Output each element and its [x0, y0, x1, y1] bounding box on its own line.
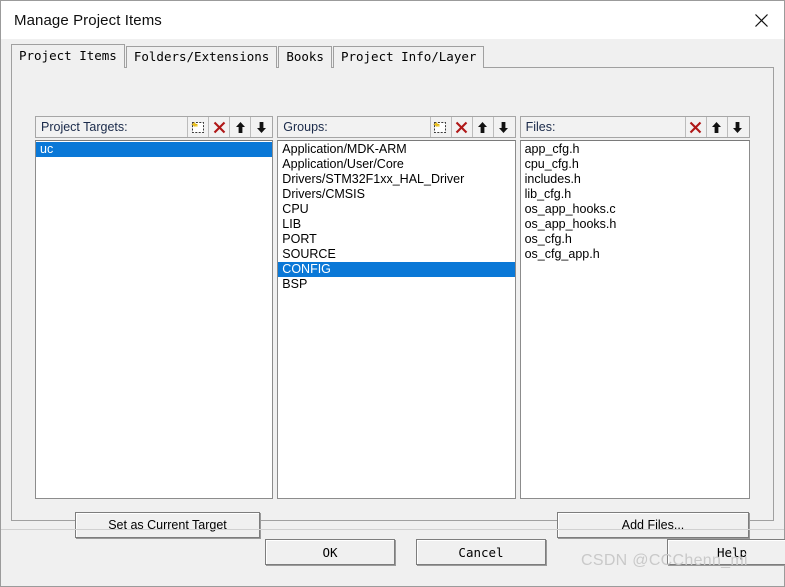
new-item-icon[interactable]: [187, 117, 209, 137]
help-button[interactable]: Help: [667, 539, 785, 565]
move-down-icon[interactable]: [492, 117, 514, 137]
window-title: Manage Project Items: [14, 11, 162, 29]
list-item[interactable]: CPU: [278, 202, 514, 217]
tab-page-project-items: Project Targets: uc Groups: Application/…: [11, 67, 774, 538]
project-targets-list[interactable]: uc: [35, 140, 274, 499]
list-item[interactable]: SOURCE: [278, 247, 514, 262]
move-up-icon[interactable]: [229, 117, 251, 137]
list-item[interactable]: lib_cfg.h: [521, 187, 749, 202]
move-down-icon[interactable]: [726, 117, 748, 137]
list-item[interactable]: Drivers/STM32F1xx_HAL_Driver: [278, 172, 514, 187]
tab-books[interactable]: Books: [278, 46, 332, 68]
panel-groups: Groups: Application/MDK-ARM Application/…: [277, 116, 516, 499]
list-item[interactable]: os_app_hooks.h: [521, 217, 749, 232]
files-list[interactable]: app_cfg.h cpu_cfg.h includes.h lib_cfg.h…: [519, 140, 750, 499]
tab-project-items[interactable]: Project Items: [11, 44, 125, 68]
panel-files: Files: app_cfg.h cpu_cfg.h includes.h li…: [519, 116, 750, 499]
list-item[interactable]: LIB: [278, 217, 514, 232]
new-item-icon[interactable]: [429, 117, 451, 137]
list-item[interactable]: uc: [36, 142, 273, 157]
close-icon[interactable]: [738, 1, 784, 39]
list-item[interactable]: cpu_cfg.h: [521, 157, 749, 172]
list-item[interactable]: PORT: [278, 232, 514, 247]
list-item[interactable]: Application/MDK-ARM: [278, 142, 514, 157]
groups-label: Groups:: [283, 120, 328, 134]
groups-toolbar: [429, 117, 514, 137]
panel-project-targets: Project Targets: uc: [35, 116, 274, 499]
groups-list[interactable]: Application/MDK-ARM Application/User/Cor…: [277, 140, 516, 499]
delete-icon[interactable]: [684, 117, 706, 137]
manage-project-items-dialog: Manage Project Items Project Items Folde…: [0, 0, 785, 587]
panels-row: Project Targets: uc Groups: Application/…: [35, 116, 750, 499]
files-label: Files:: [525, 120, 556, 134]
cancel-button[interactable]: Cancel: [416, 539, 546, 565]
title-bar: Manage Project Items: [1, 1, 784, 39]
list-item[interactable]: Application/User/Core: [278, 157, 514, 172]
project-targets-label: Project Targets:: [41, 120, 128, 134]
project-targets-toolbar: [187, 117, 272, 137]
tab-folders-extensions[interactable]: Folders/Extensions: [125, 46, 278, 68]
list-item[interactable]: app_cfg.h: [521, 142, 749, 157]
move-down-icon[interactable]: [250, 117, 272, 137]
tab-project-info-layer[interactable]: Project Info/Layer: [332, 46, 485, 68]
list-item[interactable]: os_cfg_app.h: [521, 247, 749, 262]
move-up-icon[interactable]: [705, 117, 727, 137]
delete-icon[interactable]: [450, 117, 472, 137]
list-item[interactable]: os_cfg.h: [521, 232, 749, 247]
files-header: Files:: [519, 116, 750, 138]
list-item[interactable]: includes.h: [521, 172, 749, 187]
move-up-icon[interactable]: [471, 117, 493, 137]
files-toolbar: [684, 117, 748, 137]
list-item[interactable]: os_app_hooks.c: [521, 202, 749, 217]
list-item[interactable]: BSP: [278, 277, 514, 292]
delete-icon[interactable]: [208, 117, 230, 137]
list-item[interactable]: Drivers/CMSIS: [278, 187, 514, 202]
ok-button[interactable]: OK: [265, 539, 395, 565]
list-item[interactable]: CONFIG: [278, 262, 515, 277]
groups-header: Groups:: [277, 116, 516, 138]
tab-strip: Project Items Folders/Extensions Books P…: [11, 44, 784, 68]
project-targets-header: Project Targets:: [35, 116, 274, 138]
dialog-footer: OK Cancel Help: [1, 529, 785, 586]
